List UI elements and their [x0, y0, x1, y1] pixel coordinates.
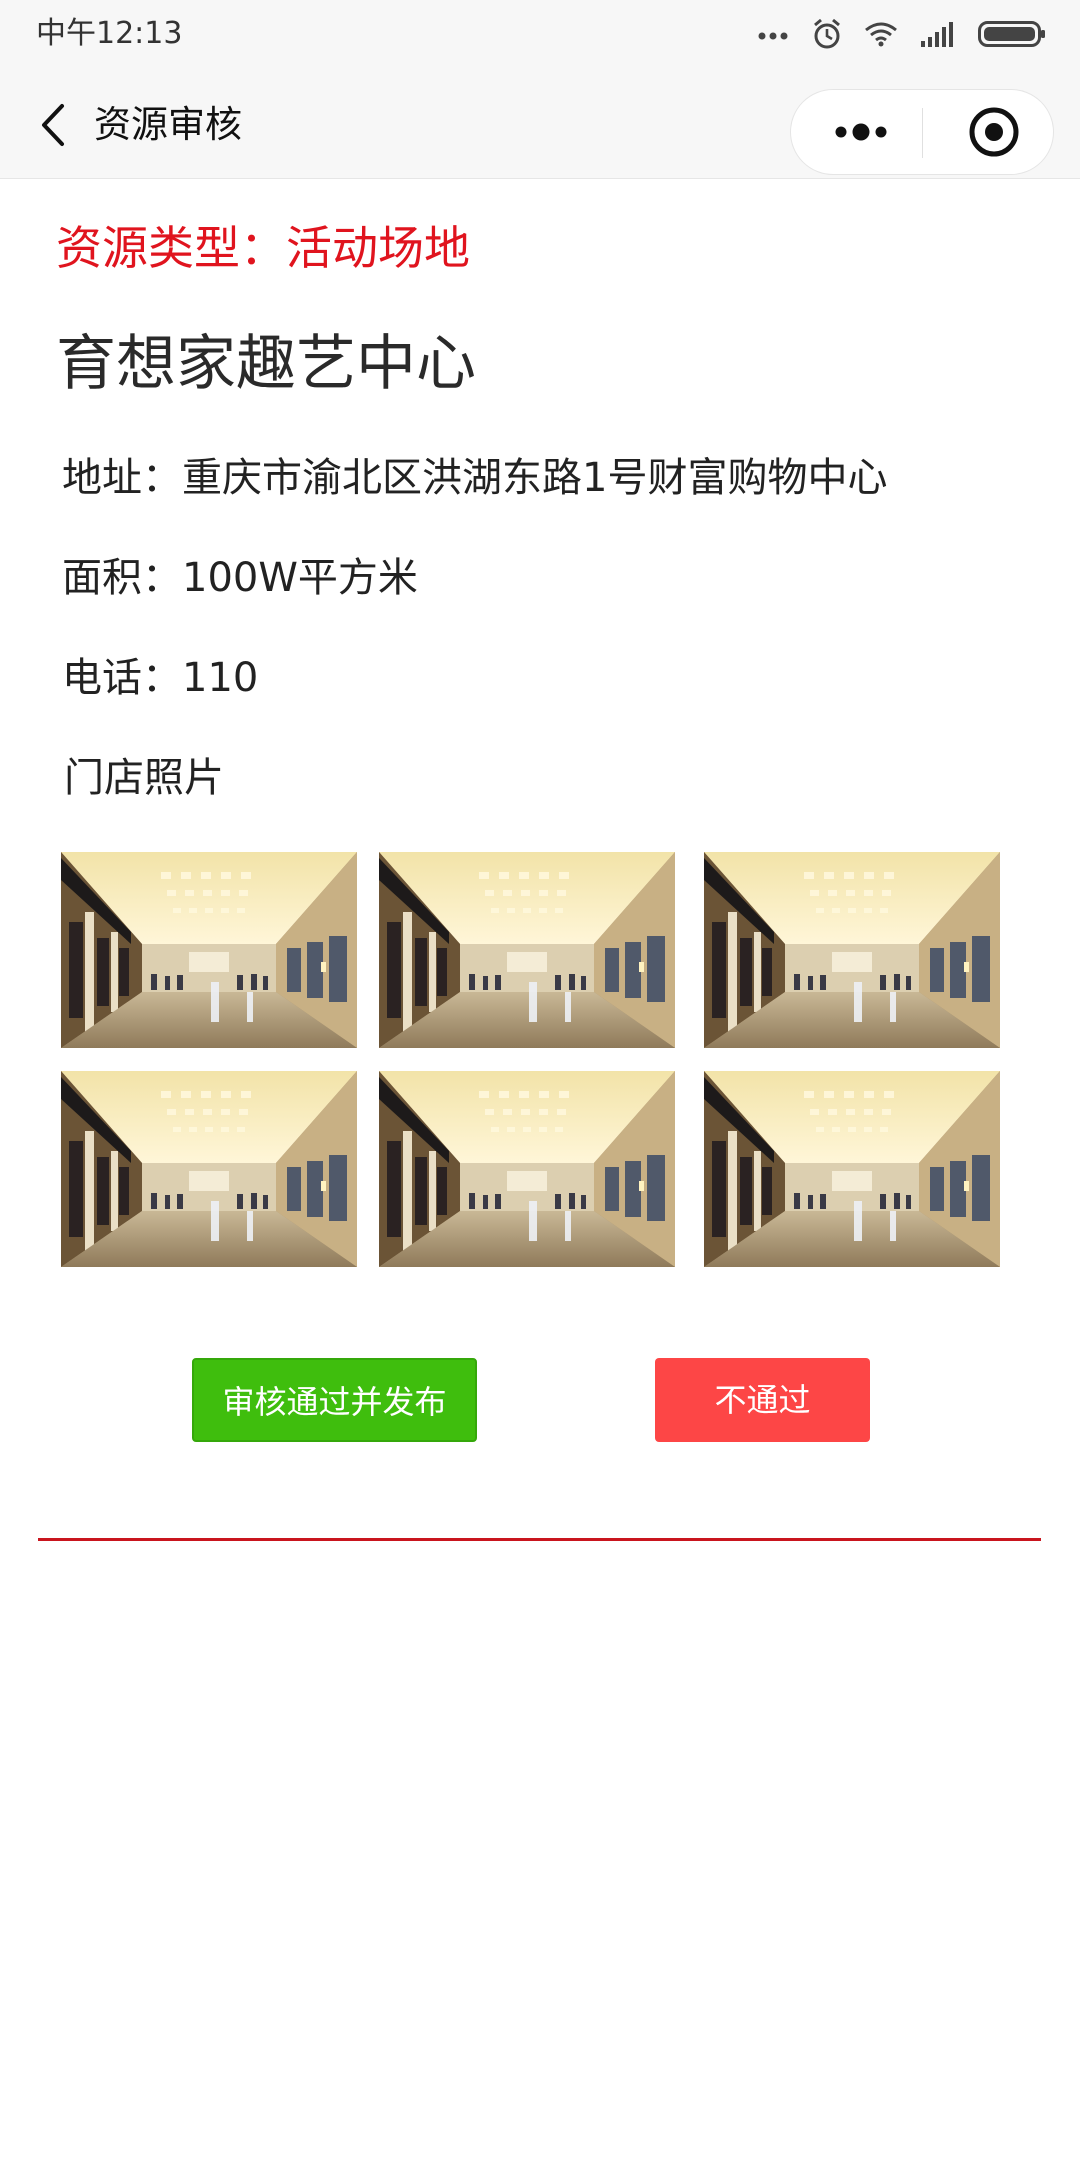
store-photo[interactable] — [704, 852, 1000, 1048]
store-photo-image — [61, 852, 357, 1048]
store-photos-label: 门店照片 — [64, 755, 224, 801]
signal-icon — [921, 22, 953, 47]
store-photo[interactable] — [61, 852, 357, 1048]
store-photo[interactable] — [379, 852, 675, 1048]
phone-line: 电话：110 — [62, 655, 259, 701]
store-photo-image — [379, 1071, 675, 1267]
store-photo-image — [704, 1071, 1000, 1267]
store-photo-image — [379, 852, 675, 1048]
store-photo-image — [704, 852, 1000, 1048]
status-bar: 中午12:13 — [0, 0, 1080, 70]
area-line: 面积：100W平方米 — [62, 555, 418, 601]
store-photo[interactable] — [379, 1071, 675, 1267]
more-dots-icon[interactable] — [811, 90, 911, 174]
store-photo[interactable] — [61, 1071, 357, 1267]
address-line: 地址：重庆市渝北区洪湖东路1号财富购物中心 — [62, 455, 888, 501]
venue-name: 育想家趣艺中心 — [56, 329, 476, 399]
section-divider — [38, 1538, 1041, 1541]
chevron-left-icon[interactable] — [36, 100, 72, 150]
battery-icon — [978, 21, 1045, 47]
approve-publish-button[interactable]: 审核通过并发布 — [192, 1358, 477, 1442]
more-notifications-icon — [758, 32, 788, 40]
miniprogram-capsule — [790, 89, 1054, 175]
wifi-icon — [865, 22, 897, 47]
resource-type: 资源类型：活动场地 — [56, 221, 470, 275]
status-icons — [758, 14, 1046, 54]
target-close-icon[interactable] — [933, 90, 1043, 174]
alarm-icon — [814, 18, 840, 49]
reject-button[interactable]: 不通过 — [655, 1358, 870, 1442]
store-photo[interactable] — [704, 1071, 1000, 1267]
capsule-divider — [922, 108, 923, 158]
store-photo-image — [61, 1071, 357, 1267]
nav-bar: 资源审核 — [0, 70, 1080, 179]
page-title: 资源审核 — [94, 103, 242, 146]
status-time: 中午12:13 — [36, 16, 183, 51]
